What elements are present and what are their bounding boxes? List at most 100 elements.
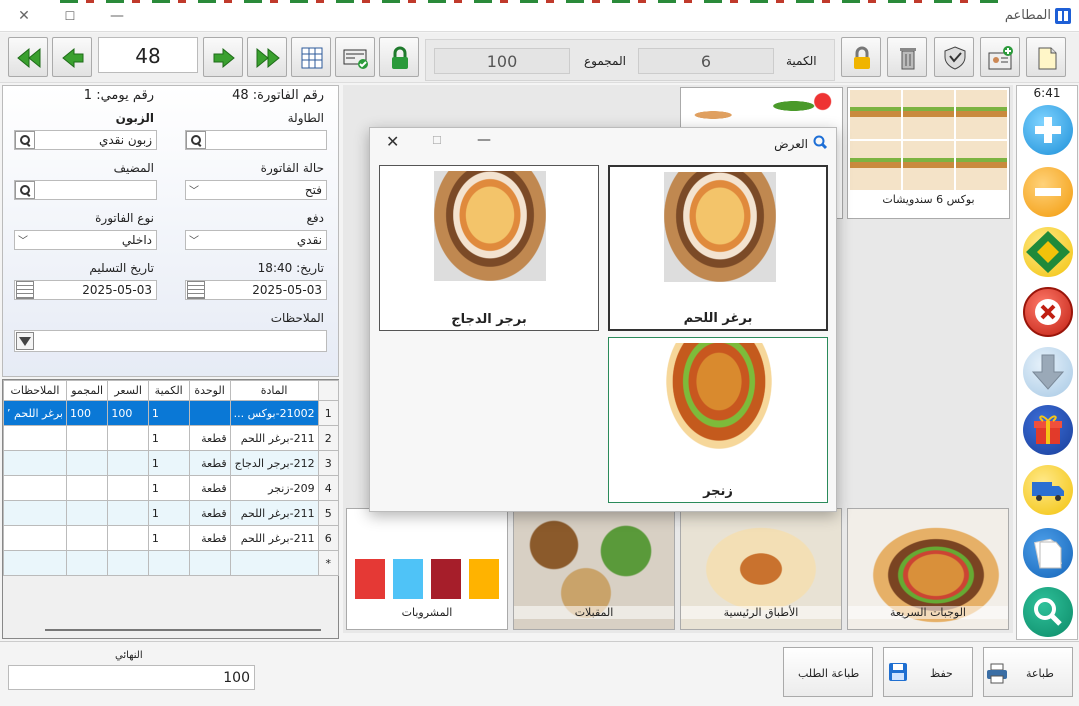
cell-total[interactable] bbox=[65, 425, 109, 451]
first-button[interactable] bbox=[8, 37, 48, 77]
table-row[interactable]: 4 209-زنجر قطعة 1 bbox=[3, 475, 340, 501]
cell-item[interactable]: 212-برجر الدجاج bbox=[229, 450, 319, 476]
cell-notes[interactable] bbox=[3, 475, 67, 501]
cell-price[interactable] bbox=[107, 475, 149, 501]
cancel-button[interactable] bbox=[1023, 287, 1073, 337]
save-button[interactable]: حفظ bbox=[883, 647, 973, 697]
customer-search-icon[interactable] bbox=[15, 131, 35, 149]
cell-unit[interactable]: قطعة bbox=[188, 525, 231, 551]
product-card-beef-burger[interactable]: برغر اللحم bbox=[608, 165, 828, 331]
horizontal-scrollbar[interactable] bbox=[45, 629, 321, 631]
subtract-qty-button[interactable] bbox=[1023, 167, 1073, 217]
cell-notes[interactable]: برغر اللحم ٬ bbox=[3, 400, 67, 426]
table-search-icon[interactable] bbox=[186, 131, 206, 149]
transfer-button[interactable] bbox=[1023, 227, 1073, 277]
invoice-number-display[interactable]: 48 bbox=[98, 37, 198, 73]
cell-total[interactable]: 100 bbox=[65, 400, 109, 426]
product-card-chicken-burger[interactable]: برجر الدجاج bbox=[379, 165, 599, 331]
lock-button-2[interactable] bbox=[841, 37, 881, 77]
table-row[interactable]: 5 211-برغر اللحم قطعة 1 bbox=[3, 500, 340, 526]
calendar-icon[interactable] bbox=[187, 281, 205, 299]
cell-item[interactable]: 211-برغر اللحم bbox=[229, 500, 319, 526]
gift-button[interactable] bbox=[1023, 405, 1073, 455]
cell-notes[interactable] bbox=[3, 500, 67, 526]
table-row[interactable]: 2 211-برغر اللحم قطعة 1 bbox=[3, 425, 340, 451]
cell-notes[interactable] bbox=[3, 550, 67, 576]
category-main-dishes[interactable]: الأطباق الرئيسية bbox=[680, 508, 842, 630]
table-row-new[interactable]: * bbox=[3, 550, 340, 576]
delivery-button[interactable] bbox=[1023, 465, 1073, 515]
print-button[interactable]: طباعة bbox=[983, 647, 1073, 697]
cell-qty[interactable]: 1 bbox=[147, 525, 190, 551]
delete-button[interactable] bbox=[887, 37, 927, 77]
lock-button[interactable] bbox=[379, 37, 419, 77]
cell-notes[interactable] bbox=[3, 525, 67, 551]
cell-total[interactable] bbox=[65, 525, 109, 551]
cell-item[interactable]: 211-برغر اللحم bbox=[229, 425, 319, 451]
delivery-date-input[interactable]: 2025-05-03 bbox=[14, 280, 157, 300]
cell-qty[interactable] bbox=[147, 550, 190, 576]
maximize-button[interactable]: ☐ bbox=[56, 6, 84, 26]
cell-unit[interactable]: قطعة bbox=[188, 425, 231, 451]
search-button[interactable] bbox=[1023, 587, 1073, 637]
cell-price[interactable] bbox=[107, 550, 149, 576]
product-card-zinger[interactable]: زنجر bbox=[608, 337, 828, 503]
cell-qty[interactable]: 1 bbox=[147, 475, 190, 501]
payment-button[interactable] bbox=[335, 37, 375, 77]
next-button[interactable] bbox=[203, 37, 243, 77]
cell-unit[interactable]: قطعة bbox=[188, 450, 231, 476]
cell-item[interactable]: 209-زنجر bbox=[229, 475, 319, 501]
cell-total[interactable] bbox=[65, 500, 109, 526]
documents-button[interactable] bbox=[1023, 528, 1073, 578]
close-button[interactable]: ✕ bbox=[10, 6, 38, 26]
dialog-minimize-button[interactable]: — bbox=[477, 132, 491, 148]
type-select[interactable]: داخلي bbox=[14, 230, 157, 250]
cell-price[interactable]: 100 bbox=[107, 400, 149, 426]
table-row[interactable]: 1 21002-بوكس ... 1 100 100 برغر اللحم ٬ bbox=[3, 400, 340, 426]
cell-total[interactable] bbox=[65, 475, 109, 501]
cell-unit[interactable]: قطعة bbox=[188, 475, 231, 501]
host-input[interactable] bbox=[14, 180, 157, 200]
calendar-icon[interactable] bbox=[16, 281, 34, 299]
cell-total[interactable] bbox=[65, 450, 109, 476]
table-row[interactable]: 3 212-برجر الدجاج قطعة 1 bbox=[3, 450, 340, 476]
cell-unit[interactable] bbox=[188, 400, 231, 426]
minimize-button[interactable]: — bbox=[103, 6, 131, 26]
cell-price[interactable] bbox=[107, 450, 149, 476]
cell-total[interactable] bbox=[65, 550, 109, 576]
category-appetizers[interactable]: المقبلات bbox=[513, 508, 675, 630]
dialog-close-button[interactable]: ✕ bbox=[386, 132, 399, 151]
cell-qty[interactable]: 1 bbox=[147, 500, 190, 526]
cell-notes[interactable] bbox=[3, 450, 67, 476]
last-button[interactable] bbox=[247, 37, 287, 77]
customer-input[interactable]: زبون نقدي bbox=[14, 130, 157, 150]
add-qty-button[interactable] bbox=[1023, 105, 1073, 155]
cell-item[interactable]: 211-برغر اللحم bbox=[229, 525, 319, 551]
payment-select[interactable]: نقدي bbox=[185, 230, 327, 250]
table-input[interactable] bbox=[185, 130, 327, 150]
print-order-button[interactable]: طباعة الطلب bbox=[783, 647, 873, 697]
status-select[interactable]: فتح bbox=[185, 180, 327, 200]
table-row[interactable]: 6 211-برغر اللحم قطعة 1 bbox=[3, 525, 340, 551]
cell-item[interactable]: 21002-بوكس ... bbox=[229, 400, 319, 426]
add-customer-button[interactable] bbox=[980, 37, 1020, 77]
prev-button[interactable] bbox=[52, 37, 92, 77]
new-invoice-button[interactable] bbox=[1026, 37, 1066, 77]
date-input[interactable]: 2025-05-03 bbox=[185, 280, 327, 300]
notes-input[interactable] bbox=[14, 330, 327, 352]
down-button[interactable] bbox=[1023, 347, 1073, 397]
cell-unit[interactable]: قطعة bbox=[188, 500, 231, 526]
dialog-maximize-button[interactable]: ☐ bbox=[432, 134, 442, 147]
cell-unit[interactable] bbox=[188, 550, 231, 576]
cell-item[interactable] bbox=[229, 550, 319, 576]
cell-qty[interactable]: 1 bbox=[147, 450, 190, 476]
cell-price[interactable] bbox=[107, 500, 149, 526]
host-search-icon[interactable] bbox=[15, 181, 35, 199]
grid-view-button[interactable] bbox=[291, 37, 331, 77]
product-box-6[interactable]: بوكس 6 سندويشات bbox=[847, 87, 1010, 219]
category-fast-food[interactable]: الوجبات السريعة bbox=[847, 508, 1009, 630]
cell-price[interactable] bbox=[107, 525, 149, 551]
category-drinks[interactable]: المشروبات bbox=[346, 508, 508, 630]
cell-qty[interactable]: 1 bbox=[147, 425, 190, 451]
discount-button[interactable] bbox=[934, 37, 974, 77]
